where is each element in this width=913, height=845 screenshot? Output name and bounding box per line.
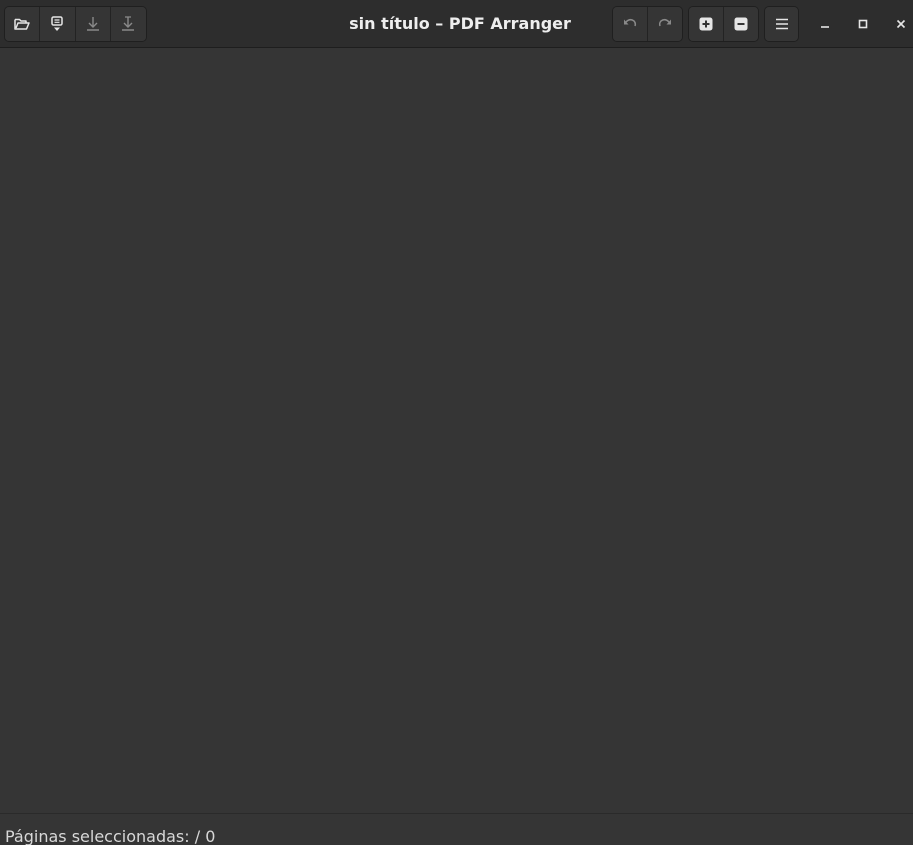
save-as-button <box>110 7 146 41</box>
selected-pages-status: Páginas seleccionadas: / 0 <box>5 827 216 845</box>
pages-view[interactable] <box>0 48 913 813</box>
minimize-icon <box>819 15 831 34</box>
redo-button <box>647 7 682 41</box>
zoom-button-group <box>688 6 759 42</box>
maximize-button[interactable] <box>851 12 875 36</box>
zoom-out-icon <box>732 15 750 33</box>
open-file-icon <box>13 15 31 33</box>
undo-button <box>613 7 648 41</box>
import-icon <box>48 15 66 33</box>
file-button-group <box>4 6 147 42</box>
main-menu-button[interactable] <box>765 7 798 41</box>
maximize-icon <box>857 15 869 34</box>
close-icon <box>895 15 907 34</box>
zoom-in-icon <box>697 15 715 33</box>
save-as-icon <box>119 15 137 33</box>
app-window: sin título – PDF Arranger Páginas selecc… <box>0 0 913 845</box>
save-button <box>75 7 111 41</box>
history-button-group <box>612 6 683 42</box>
redo-icon <box>656 15 674 33</box>
zoom-in-button[interactable] <box>689 7 724 41</box>
statusbar: Páginas seleccionadas: / 0 <box>0 813 913 845</box>
close-button[interactable] <box>889 12 913 36</box>
hamburger-menu-icon <box>773 15 791 33</box>
import-button[interactable] <box>40 7 76 41</box>
undo-icon <box>621 15 639 33</box>
minimize-button[interactable] <box>813 12 837 36</box>
window-title: sin título – PDF Arranger <box>349 14 571 33</box>
menu-button-group <box>764 6 799 42</box>
open-button[interactable] <box>5 7 41 41</box>
save-icon <box>84 15 102 33</box>
headerbar: sin título – PDF Arranger <box>0 0 913 48</box>
zoom-out-button[interactable] <box>723 7 758 41</box>
